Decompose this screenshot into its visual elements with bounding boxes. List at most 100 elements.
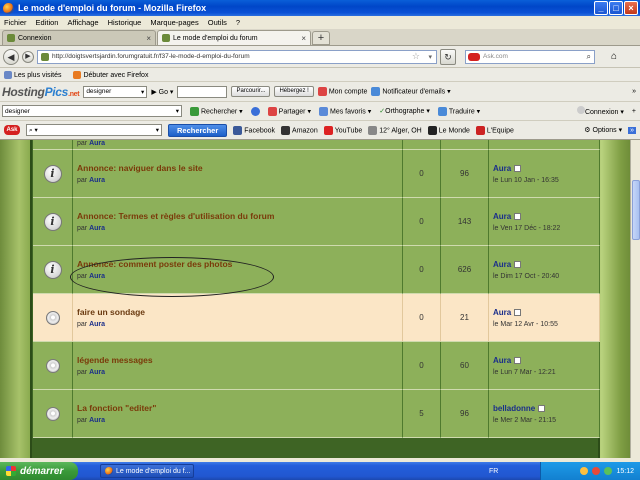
translate-button[interactable]: Traduire ▾: [437, 106, 480, 116]
by-label: par: [77, 273, 88, 280]
window-controls: _ □ ×: [594, 1, 638, 15]
goto-last-post-icon[interactable]: [514, 164, 522, 172]
login-button[interactable]: Connexion ▾: [576, 106, 624, 116]
go-button[interactable]: ▶ Go ▾: [151, 88, 173, 96]
bookmark-youtube[interactable]: YouTube: [323, 125, 362, 135]
bookmark-star-icon[interactable]: ☆: [412, 51, 420, 62]
start-button[interactable]: démarrer: [0, 462, 78, 480]
share-button[interactable]: Partager ▾: [267, 106, 311, 116]
new-tab-button[interactable]: +: [312, 31, 330, 45]
last-post-cell: Aura le Mar 12 Avr - 10:55: [489, 294, 600, 342]
topic-status-cell: [33, 140, 73, 150]
bookmark-facebook[interactable]: Facebook: [233, 125, 276, 135]
more-chevron-icon[interactable]: »: [628, 126, 636, 134]
goto-last-post-icon[interactable]: [514, 356, 522, 364]
address-bar[interactable]: http://doigtsvertsjardin.forumgratuit.fr…: [37, 49, 437, 64]
author-link[interactable]: Aura: [89, 177, 105, 184]
goto-last-post-icon[interactable]: [514, 212, 522, 220]
author-link[interactable]: Aura: [493, 212, 511, 221]
minimize-button[interactable]: _: [594, 1, 608, 15]
menu-edit[interactable]: Edition: [36, 18, 59, 27]
author-link[interactable]: Aura: [493, 164, 511, 173]
hostingpics-select[interactable]: designer ▾: [83, 85, 148, 98]
chevron-down-icon[interactable]: ▾: [428, 53, 432, 61]
options-button[interactable]: ⚙ Options ▾: [584, 126, 622, 134]
weather-widget[interactable]: 12° Alger, OH: [368, 125, 422, 135]
views-count: 626: [441, 246, 489, 294]
topic-title-link[interactable]: faire un sondage: [77, 307, 398, 317]
bookmark-getting-started[interactable]: Débuter avec Firefox: [73, 70, 148, 79]
more-chevron-icon[interactable]: »: [632, 88, 636, 95]
menu-view[interactable]: Affichage: [67, 18, 98, 27]
topic-title-cell: Annonce: Termes et règles d'utilisation …: [73, 198, 403, 246]
author-link[interactable]: Aura: [89, 321, 105, 328]
notifier-link[interactable]: Notificateur d'emails ▾: [371, 87, 451, 96]
close-tab-icon[interactable]: ×: [301, 34, 306, 43]
browse-button[interactable]: Parcourir...: [231, 86, 271, 97]
goto-last-post-icon[interactable]: [514, 308, 522, 316]
topic-title-link[interactable]: Annonce: Termes et règles d'utilisation …: [77, 211, 398, 221]
menu-bookmarks[interactable]: Marque-pages: [150, 18, 198, 27]
search-input[interactable]: Ask.com ⌕: [465, 49, 595, 64]
replies-count: 0: [403, 246, 441, 294]
file-input[interactable]: [177, 85, 228, 98]
ask-search-button[interactable]: Rechercher: [168, 123, 228, 137]
account-link[interactable]: Mon compte: [317, 87, 367, 96]
author-link[interactable]: Aura: [493, 260, 511, 269]
replies-cell: [403, 140, 441, 150]
author-link[interactable]: belladonne: [493, 404, 535, 413]
last-post-author: belladonne: [493, 404, 595, 413]
topic-title-link[interactable]: Annonce: comment poster des photos: [77, 259, 398, 269]
host-button[interactable]: Hébergez !: [274, 86, 314, 97]
forward-button[interactable]: ▶: [22, 50, 34, 63]
bookmark-most-visited[interactable]: Les plus visités: [4, 70, 61, 79]
author-link[interactable]: Aura: [89, 140, 105, 147]
bookmarks-bar: Les plus visités Débuter avec Firefox: [0, 68, 640, 82]
search-icon[interactable]: ⌕: [587, 52, 591, 62]
close-tab-icon[interactable]: ×: [146, 34, 151, 43]
menu-tools[interactable]: Outils: [208, 18, 227, 27]
link-label: Facebook: [244, 126, 276, 134]
bookmark-lequipe[interactable]: L'Equipe: [475, 125, 514, 135]
tray-icon[interactable]: [580, 467, 589, 475]
toolbar-search-input[interactable]: designer ▾: [2, 105, 182, 117]
author-link[interactable]: Aura: [89, 417, 105, 424]
author-link[interactable]: Aura: [89, 273, 105, 280]
plus-icon[interactable]: +: [632, 108, 636, 115]
table-row: i Annonce: naviguer dans le site par Aura 0…: [33, 150, 600, 198]
ask-search-input[interactable]: ⌕ ▾ ▾: [26, 124, 162, 136]
tray-icon[interactable]: [592, 467, 601, 475]
page-scrollbar[interactable]: [630, 140, 640, 458]
tab-connexion[interactable]: Connexion ×: [2, 30, 156, 45]
by-label: par: [77, 369, 88, 376]
back-button[interactable]: ◀: [3, 48, 19, 65]
tray-icon[interactable]: [604, 467, 613, 475]
scrollbar-thumb[interactable]: [632, 180, 640, 240]
author-link[interactable]: Aura: [493, 308, 511, 317]
author-link[interactable]: Aura: [493, 356, 511, 365]
favorites-button[interactable]: Mes favoris ▾: [318, 106, 371, 116]
topic-title-link[interactable]: légende messages: [77, 355, 398, 365]
spelling-button[interactable]: ✓Orthographe ▾: [379, 107, 430, 115]
goto-last-post-icon[interactable]: [538, 404, 546, 412]
menu-help[interactable]: ?: [236, 18, 240, 27]
tab-mode-emploi[interactable]: Le mode d'emploi du forum ×: [157, 30, 311, 45]
menu-file[interactable]: Fichier: [4, 18, 27, 27]
close-button[interactable]: ×: [624, 1, 638, 15]
author-link[interactable]: Aura: [89, 369, 105, 376]
window-titlebar[interactable]: Le mode d'emploi du forum - Mozilla Fire…: [0, 0, 640, 16]
taskbar-firefox-task[interactable]: Le mode d'emploi du f...: [100, 464, 194, 478]
topic-title-link[interactable]: Annonce: naviguer dans le site: [77, 163, 398, 173]
bookmark-lemonde[interactable]: Le Monde: [427, 125, 470, 135]
language-indicator[interactable]: FR: [489, 468, 498, 475]
topic-title-link[interactable]: La fonction "editer": [77, 403, 398, 413]
toolbar-search-button[interactable]: Rechercher ▾: [190, 106, 243, 116]
globe-icon[interactable]: [250, 106, 260, 116]
menu-history[interactable]: Historique: [108, 18, 142, 27]
maximize-button[interactable]: □: [609, 1, 623, 15]
bookmark-amazon[interactable]: Amazon: [281, 125, 318, 135]
goto-last-post-icon[interactable]: [514, 260, 522, 268]
reload-button[interactable]: ↻: [440, 48, 456, 65]
home-button[interactable]: ⌂: [606, 49, 622, 65]
author-link[interactable]: Aura: [89, 225, 105, 232]
